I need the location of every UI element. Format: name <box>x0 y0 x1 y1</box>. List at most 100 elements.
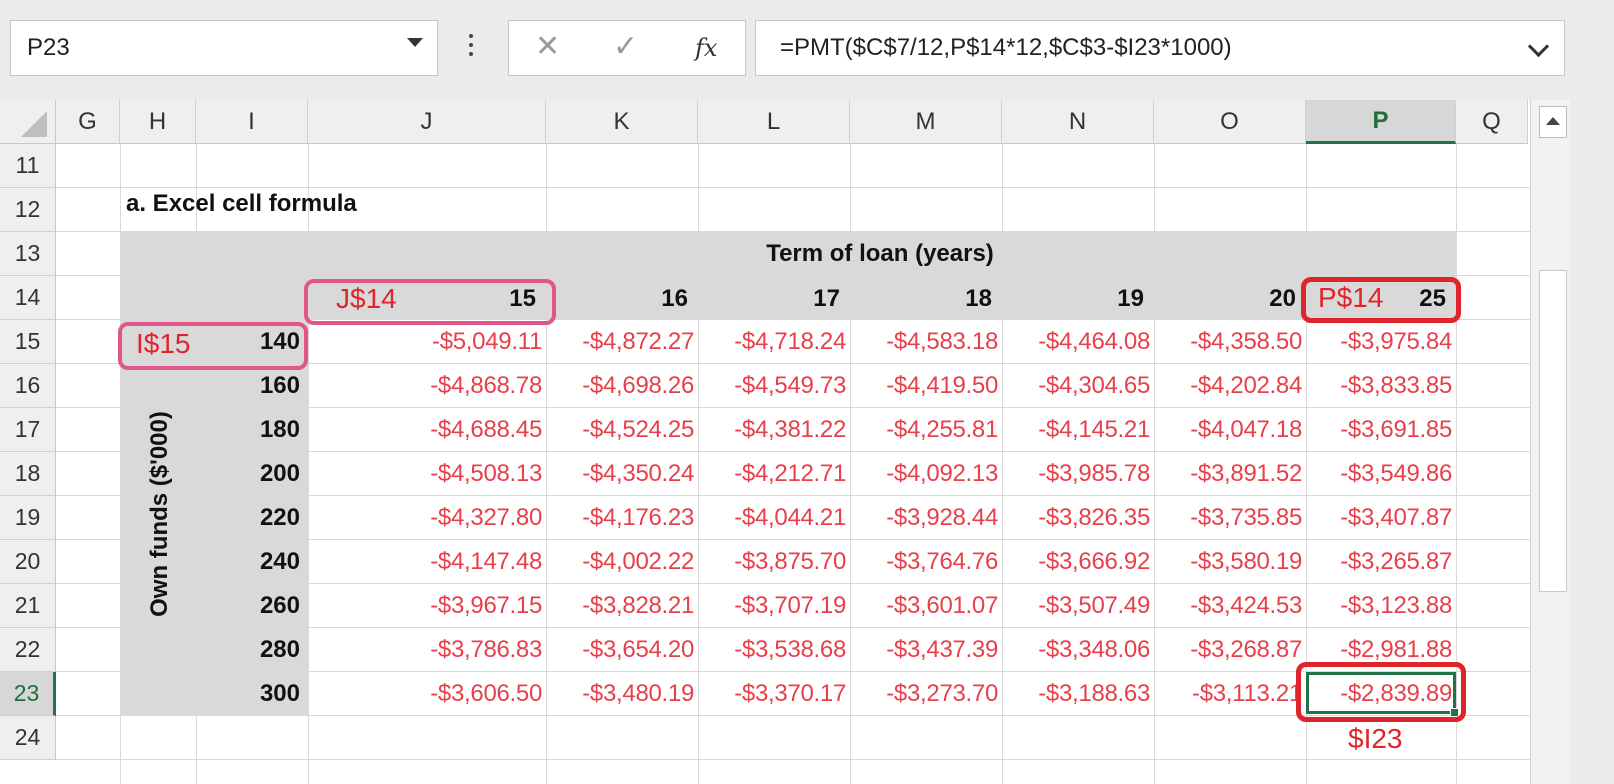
row-header-18[interactable]: 18 <box>0 452 56 496</box>
payment-cell[interactable]: -$3,580.19 <box>1154 540 1306 584</box>
payment-cell[interactable]: -$3,538.68 <box>698 628 850 672</box>
payment-cell[interactable]: -$4,147.48 <box>308 540 546 584</box>
row-header-17[interactable]: 17 <box>0 408 56 452</box>
payment-cell[interactable]: -$4,419.50 <box>850 364 1002 408</box>
column-header-o[interactable]: O <box>1154 100 1306 144</box>
payment-cell[interactable]: -$4,212.71 <box>698 452 850 496</box>
payment-cell[interactable]: -$4,327.80 <box>308 496 546 540</box>
fund-cell[interactable]: 220 <box>196 496 306 540</box>
row-header-23[interactable]: 23 <box>0 672 56 716</box>
column-header-q[interactable]: Q <box>1456 100 1528 144</box>
payment-cell[interactable]: -$4,044.21 <box>698 496 850 540</box>
chevron-down-icon[interactable] <box>407 38 423 47</box>
year-header-cell[interactable]: 16 <box>546 277 698 321</box>
year-header-cell[interactable]: 19 <box>1002 277 1154 321</box>
column-header-k[interactable]: K <box>546 100 698 144</box>
row-header-14[interactable]: 14 <box>0 276 56 320</box>
row-header-19[interactable]: 19 <box>0 496 56 540</box>
payment-cell[interactable]: -$3,437.39 <box>850 628 1002 672</box>
payment-cell[interactable]: -$4,381.22 <box>698 408 850 452</box>
payment-cell[interactable]: -$3,113.21 <box>1154 672 1306 716</box>
payment-cell[interactable]: -$3,606.50 <box>308 672 546 716</box>
year-header-cell[interactable]: 18 <box>850 277 1002 321</box>
column-header-j[interactable]: J <box>308 100 546 144</box>
row-header-12[interactable]: 12 <box>0 188 56 232</box>
year-header-cell[interactable]: 17 <box>698 277 850 321</box>
scroll-thumb[interactable] <box>1539 270 1567 592</box>
more-options-icon[interactable] <box>466 34 476 64</box>
payment-cell[interactable]: -$3,265.87 <box>1306 540 1456 584</box>
payment-cell[interactable]: -$4,202.84 <box>1154 364 1306 408</box>
payment-cell[interactable]: -$4,464.08 <box>1002 320 1154 364</box>
row-header-24[interactable]: 24 <box>0 716 56 760</box>
payment-cell[interactable]: -$4,002.22 <box>546 540 698 584</box>
payment-cell[interactable]: -$3,549.86 <box>1306 452 1456 496</box>
payment-cell[interactable]: -$3,764.76 <box>850 540 1002 584</box>
vertical-scrollbar[interactable] <box>1530 100 1571 784</box>
payment-cell[interactable]: -$3,407.87 <box>1306 496 1456 540</box>
payment-cell[interactable]: -$4,047.18 <box>1154 408 1306 452</box>
payment-cell[interactable]: -$3,875.70 <box>698 540 850 584</box>
payment-cell[interactable]: -$3,826.35 <box>1002 496 1154 540</box>
payment-cell[interactable]: -$3,507.49 <box>1002 584 1154 628</box>
payment-cell[interactable]: -$3,891.52 <box>1154 452 1306 496</box>
payment-cell[interactable]: -$3,928.44 <box>850 496 1002 540</box>
column-header-p[interactable]: P <box>1306 100 1456 144</box>
payment-cell[interactable]: -$4,092.13 <box>850 452 1002 496</box>
payment-cell[interactable]: -$5,049.11 <box>308 320 546 364</box>
fund-cell[interactable]: 180 <box>196 408 306 452</box>
fund-cell[interactable]: 240 <box>196 540 306 584</box>
payment-cell[interactable]: -$4,583.18 <box>850 320 1002 364</box>
payment-cell[interactable]: -$3,268.87 <box>1154 628 1306 672</box>
payment-cell[interactable]: -$3,967.15 <box>308 584 546 628</box>
row-header-15[interactable]: 15 <box>0 320 56 364</box>
row-header-16[interactable]: 16 <box>0 364 56 408</box>
payment-cell[interactable]: -$4,868.78 <box>308 364 546 408</box>
column-header-h[interactable]: H <box>120 100 196 144</box>
payment-cell[interactable]: -$3,424.53 <box>1154 584 1306 628</box>
year-header-cell[interactable]: 20 <box>1154 277 1306 321</box>
payment-cell[interactable]: -$3,975.84 <box>1306 320 1456 364</box>
payment-cell[interactable]: -$3,123.88 <box>1306 584 1456 628</box>
payment-cell[interactable]: -$4,176.23 <box>546 496 698 540</box>
column-header-l[interactable]: L <box>698 100 850 144</box>
payment-cell[interactable]: -$4,549.73 <box>698 364 850 408</box>
scroll-up-button[interactable] <box>1539 106 1567 138</box>
payment-cell[interactable]: -$3,480.19 <box>546 672 698 716</box>
payment-cell[interactable]: -$3,833.85 <box>1306 364 1456 408</box>
select-all-corner[interactable] <box>0 100 56 144</box>
fund-cell[interactable]: 160 <box>196 364 306 408</box>
row-header-22[interactable]: 22 <box>0 628 56 672</box>
row-header-13[interactable]: 13 <box>0 232 56 276</box>
payment-cell[interactable]: -$3,735.85 <box>1154 496 1306 540</box>
payment-cell[interactable]: -$3,985.78 <box>1002 452 1154 496</box>
formula-input[interactable]: =PMT($C$7/12,P$14*12,$C$3-$I23*1000) <box>755 20 1565 76</box>
payment-cell[interactable]: -$3,707.19 <box>698 584 850 628</box>
payment-cell[interactable]: -$3,654.20 <box>546 628 698 672</box>
payment-cell[interactable]: -$4,350.24 <box>546 452 698 496</box>
row-header-21[interactable]: 21 <box>0 584 56 628</box>
payment-cell[interactable]: -$4,688.45 <box>308 408 546 452</box>
column-header-n[interactable]: N <box>1002 100 1154 144</box>
cancel-icon[interactable]: ✕ <box>535 29 560 64</box>
fund-cell[interactable]: 200 <box>196 452 306 496</box>
payment-cell[interactable]: -$3,273.70 <box>850 672 1002 716</box>
row-header-20[interactable]: 20 <box>0 540 56 584</box>
column-header-m[interactable]: M <box>850 100 1002 144</box>
payment-cell[interactable]: -$3,601.07 <box>850 584 1002 628</box>
column-header-i[interactable]: I <box>196 100 308 144</box>
payment-cell[interactable]: -$4,508.13 <box>308 452 546 496</box>
insert-function-icon[interactable]: fx <box>695 34 717 62</box>
payment-cell[interactable]: -$3,828.21 <box>546 584 698 628</box>
payment-cell[interactable]: -$4,872.27 <box>546 320 698 364</box>
payment-cell[interactable]: -$4,304.65 <box>1002 364 1154 408</box>
payment-cell[interactable]: -$4,145.21 <box>1002 408 1154 452</box>
payment-cell[interactable]: -$4,698.26 <box>546 364 698 408</box>
column-header-g[interactable]: G <box>56 100 120 144</box>
fund-cell[interactable]: 280 <box>196 628 306 672</box>
payment-cell[interactable]: -$4,524.25 <box>546 408 698 452</box>
payment-cell[interactable]: -$4,358.50 <box>1154 320 1306 364</box>
fund-cell[interactable]: 300 <box>196 672 306 716</box>
name-box[interactable]: P23 <box>10 20 438 76</box>
payment-cell[interactable]: -$3,370.17 <box>698 672 850 716</box>
